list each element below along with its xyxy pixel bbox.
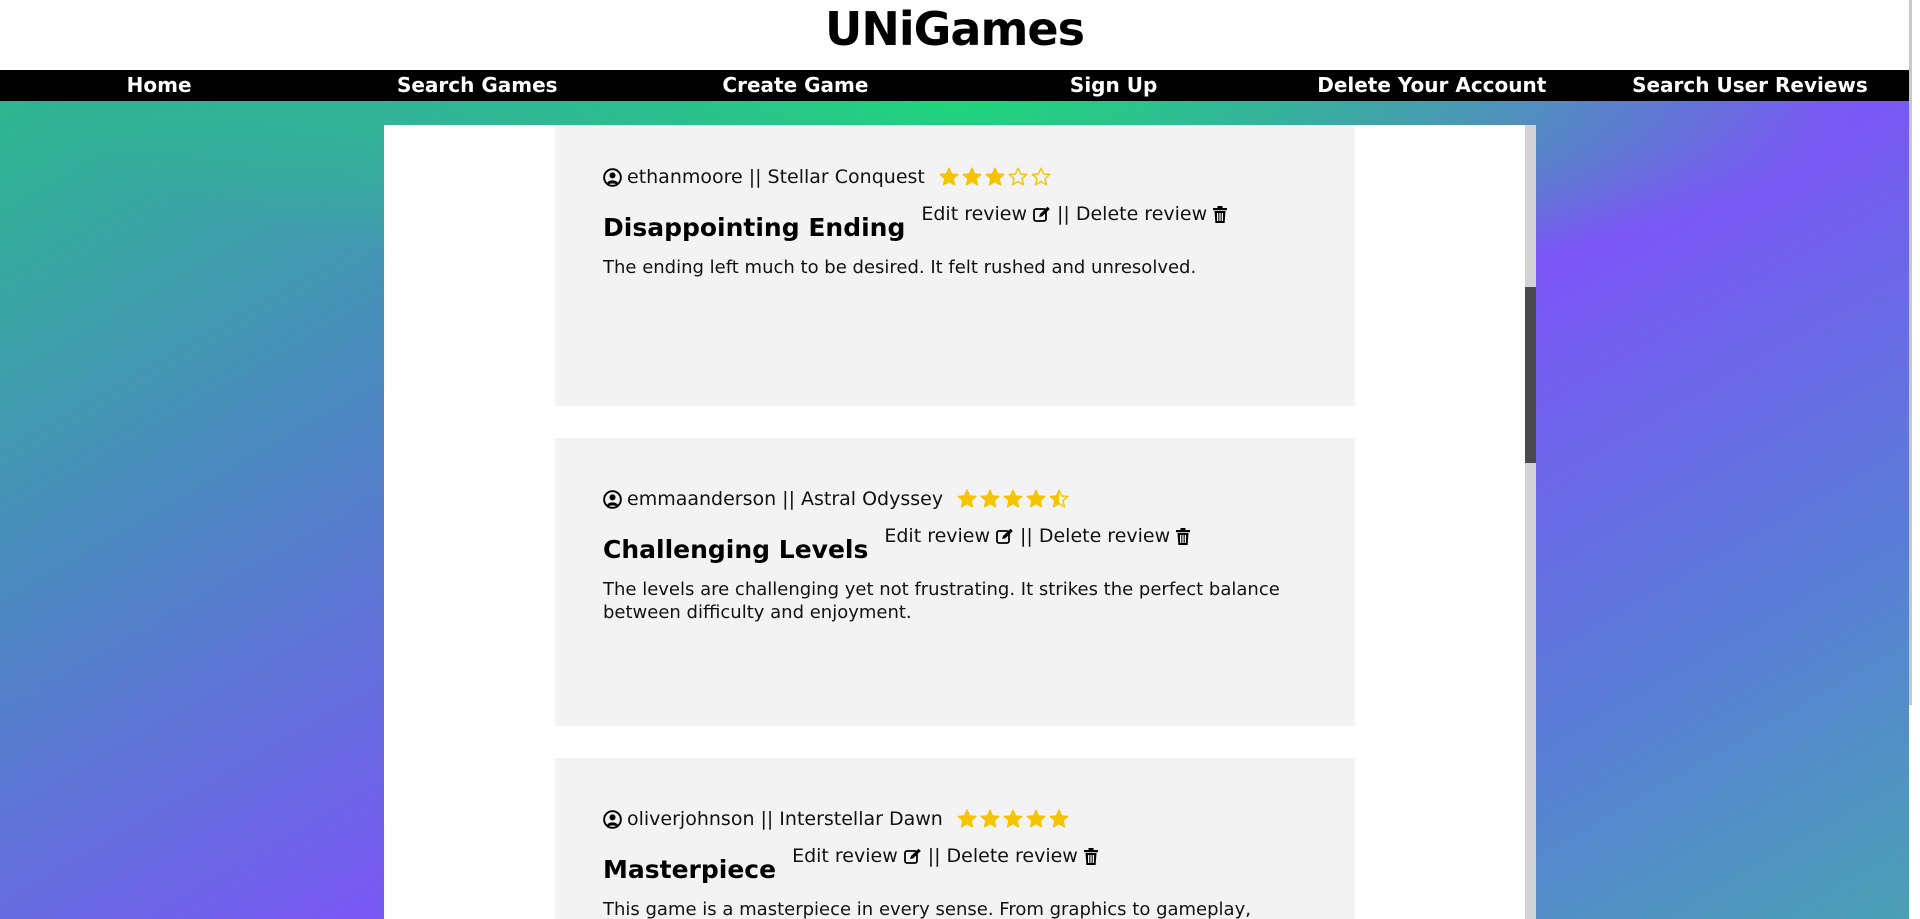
delete-review-button[interactable]: Delete review: [1038, 525, 1191, 547]
meta-separator: ||: [782, 488, 795, 510]
star-icon: [957, 809, 977, 828]
star-icon: [1026, 489, 1046, 508]
review-meta: emmaanderson || Astral Odyssey: [603, 487, 1307, 511]
nav-search-games[interactable]: Search Games: [318, 70, 636, 101]
delete-review-button[interactable]: Delete review: [1075, 203, 1228, 225]
review-body: The ending left much to be desired. It f…: [603, 257, 1197, 278]
star-icon: [1049, 489, 1069, 508]
review-username: emmaanderson: [627, 488, 777, 510]
trash-icon: [1083, 847, 1098, 865]
delete-review-label: Delete review: [946, 845, 1078, 867]
trash-icon: [1176, 527, 1191, 545]
delete-review-button[interactable]: Delete review: [947, 845, 1098, 867]
star-rating: [939, 167, 1051, 187]
nav-home[interactable]: Home: [0, 70, 318, 101]
action-separator: ||: [1057, 203, 1070, 225]
star-icon: [957, 489, 977, 508]
review-title: Masterpiece: [603, 855, 777, 884]
reviews-panel: ethanmoore || Stellar Conquest Disappoin…: [384, 125, 1536, 919]
review-title: Challenging Levels: [603, 535, 869, 564]
meta-separator: ||: [760, 808, 774, 830]
review-game: Stellar Conquest: [767, 166, 925, 188]
delete-review-label: Delete review: [1038, 525, 1171, 547]
edit-review-label: Edit review: [792, 845, 898, 867]
star-icon: [1049, 809, 1069, 828]
nav-create-game[interactable]: Create Game: [636, 70, 954, 101]
star-rating: [957, 809, 1069, 829]
edit-icon: [996, 528, 1013, 544]
review-body: The levels are challenging yet not frust…: [603, 579, 1280, 623]
nav-search-user-reviews[interactable]: Search User Reviews: [1591, 70, 1909, 101]
review-card: ethanmoore || Stellar Conquest Disappoin…: [555, 125, 1355, 406]
edit-review-label: Edit review: [884, 525, 991, 547]
user-circle-icon: [603, 809, 622, 829]
star-icon: [1003, 809, 1023, 828]
edit-review-button[interactable]: Edit review: [884, 525, 1014, 547]
review-meta: oliverjohnson || Interstellar Dawn: [603, 807, 1307, 831]
site-title: UNiGames: [825, 2, 1085, 56]
review-card: oliverjohnson || Interstellar Dawn Maste…: [555, 758, 1355, 919]
review-username: oliverjohnson: [627, 808, 755, 830]
action-separator: ||: [1020, 525, 1033, 547]
main-nav: Home Search Games Create Game Sign Up De…: [0, 70, 1909, 101]
star-rating: [957, 489, 1069, 509]
star-icon: [980, 809, 1000, 828]
edit-review-button[interactable]: Edit review: [921, 203, 1051, 225]
review-card: emmaanderson || Astral Odyssey Challengi…: [555, 438, 1355, 726]
user-circle-icon: [603, 167, 622, 187]
star-icon: [1031, 167, 1051, 186]
scrollbar-thumb[interactable]: [1525, 287, 1536, 463]
trash-icon: [1213, 205, 1228, 223]
nav-sign-up[interactable]: Sign Up: [955, 70, 1273, 101]
star-icon: [985, 167, 1005, 186]
star-icon: [1008, 167, 1028, 186]
star-icon: [1026, 809, 1046, 828]
delete-review-label: Delete review: [1075, 203, 1208, 225]
review-game: Astral Odyssey: [800, 488, 944, 510]
star-icon: [1003, 489, 1023, 508]
review-username: ethanmoore: [627, 166, 743, 188]
reviews-scrollbar[interactable]: [1525, 125, 1536, 919]
review-meta: ethanmoore || Stellar Conquest: [603, 165, 1307, 189]
meta-separator: ||: [748, 166, 762, 188]
nav-delete-account[interactable]: Delete Your Account: [1273, 70, 1591, 101]
edit-review-button[interactable]: Edit review: [792, 845, 922, 867]
review-title: Disappointing Ending: [603, 213, 906, 242]
window-scrollbar[interactable]: [1909, 0, 1920, 919]
review-body: This game is a masterpiece in every sens…: [603, 899, 1251, 919]
action-separator: ||: [927, 845, 941, 867]
user-circle-icon: [603, 489, 622, 509]
star-icon: [962, 167, 982, 186]
review-game: Interstellar Dawn: [779, 808, 943, 830]
edit-review-label: Edit review: [921, 203, 1028, 225]
edit-icon: [1033, 206, 1050, 222]
edit-icon: [903, 848, 921, 864]
site-header: UNiGames: [0, 0, 1909, 70]
star-icon: [939, 167, 959, 186]
star-icon: [980, 489, 1000, 508]
